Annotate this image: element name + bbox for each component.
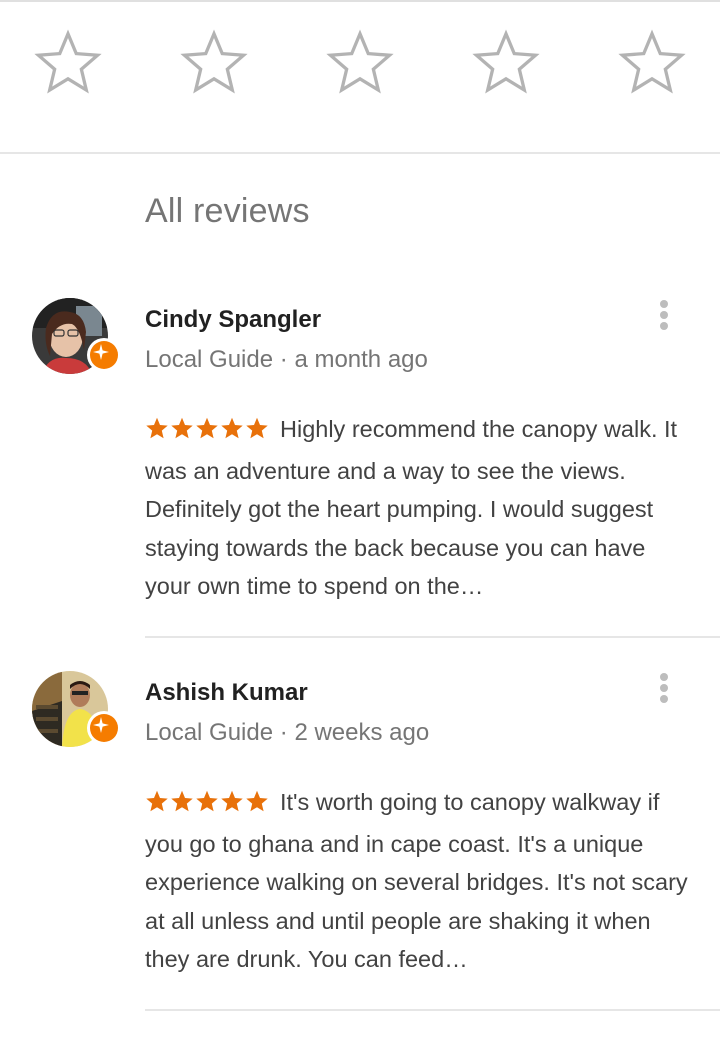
review-divider [145, 1009, 720, 1011]
rate-star-2-button[interactable] [178, 26, 250, 98]
rate-star-4-button[interactable] [470, 26, 542, 98]
rating-input [0, 26, 720, 102]
star-filled-icon [146, 790, 168, 812]
review-time: a month ago [294, 346, 428, 373]
star-filled-icon [171, 790, 193, 812]
star-outline-icon [34, 29, 102, 94]
star-filled-icon [221, 417, 243, 439]
star-filled-icon [246, 790, 268, 812]
review-meta: Local Guide · a month ago [145, 346, 428, 374]
rate-star-1-button[interactable] [32, 26, 104, 98]
review-meta: Local Guide · 2 weeks ago [145, 719, 429, 747]
section-divider [0, 152, 720, 154]
reviewer-name[interactable]: Ashish Kumar [145, 679, 308, 707]
review-time: 2 weeks ago [294, 719, 430, 746]
rate-star-3-button[interactable] [324, 26, 396, 98]
star-filled-icon [221, 790, 243, 812]
section-title: All reviews [145, 192, 310, 230]
local-guide-label: Local Guide [145, 346, 274, 373]
meta-separator: · [279, 346, 288, 373]
sparkle-icon [93, 344, 109, 360]
local-guide-badge [87, 338, 121, 372]
meta-separator: · [279, 719, 288, 746]
local-guide-label: Local Guide [145, 719, 274, 746]
sparkle-icon [93, 717, 109, 733]
review-divider [145, 636, 720, 638]
review-rating-stars [145, 413, 270, 452]
top-divider [0, 0, 720, 2]
more-vert-icon [660, 300, 668, 308]
star-filled-icon [146, 417, 168, 439]
review-rating-stars [145, 786, 270, 825]
star-filled-icon [196, 417, 218, 439]
star-filled-icon [246, 417, 268, 439]
star-filled-icon [171, 417, 193, 439]
star-outline-icon [326, 29, 394, 94]
local-guide-badge [87, 711, 121, 745]
rate-star-5-button[interactable] [616, 26, 688, 98]
reviewer-name[interactable]: Cindy Spangler [145, 306, 321, 334]
star-outline-icon [618, 29, 686, 94]
review-text-block[interactable]: It's worth going to canopy walkway if yo… [145, 783, 695, 979]
star-outline-icon [472, 29, 540, 94]
star-filled-icon [196, 790, 218, 812]
more-vert-icon [660, 673, 668, 681]
star-outline-icon [180, 29, 248, 94]
more-options-button[interactable] [652, 671, 676, 705]
more-options-button[interactable] [652, 298, 676, 332]
review-text-block[interactable]: Highly recommend the canopy walk. It was… [145, 410, 695, 606]
